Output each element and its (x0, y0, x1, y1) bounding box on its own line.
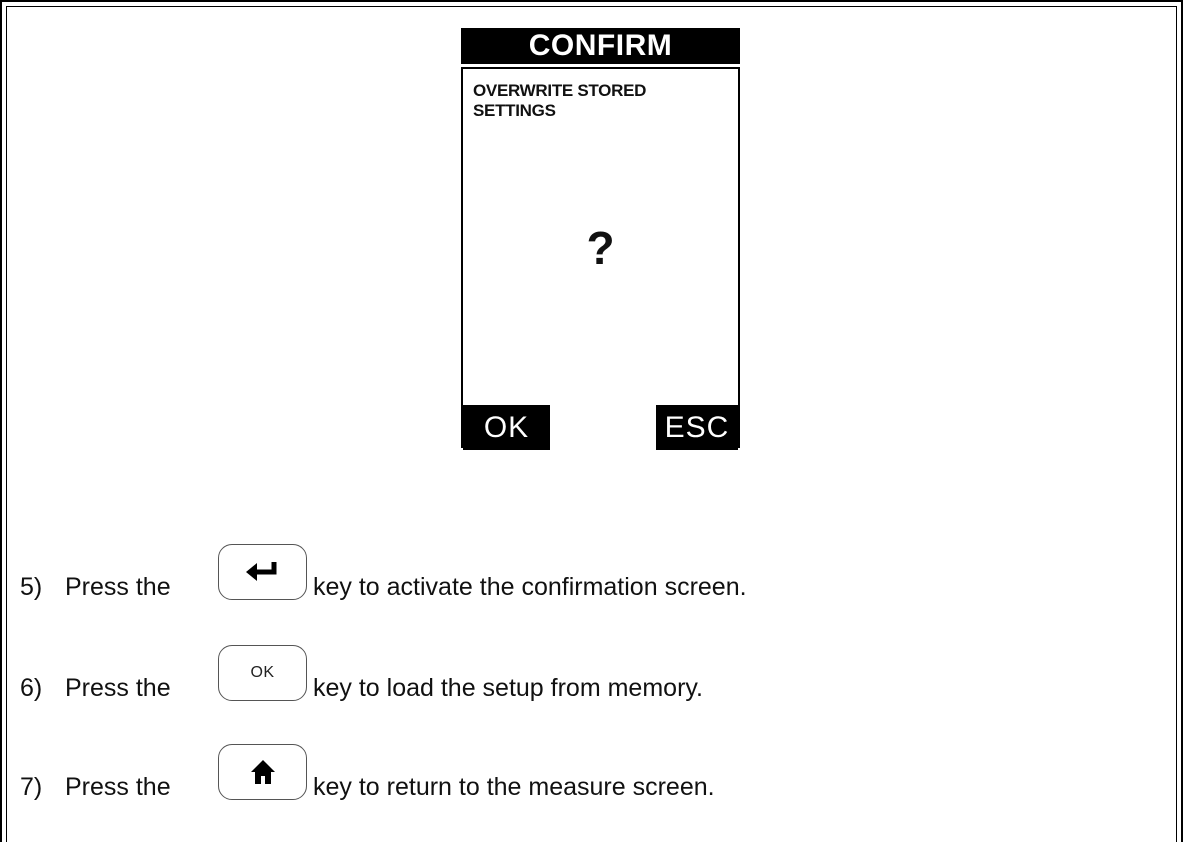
screen-message: OVERWRITE STORED SETTINGS (473, 81, 647, 120)
device-screen: OVERWRITE STORED SETTINGS ? OK ESC (461, 67, 740, 450)
step-number: 7) (20, 773, 43, 801)
ok-key-button[interactable]: OK (218, 645, 307, 701)
screen-title: CONFIRM (461, 28, 740, 64)
step-prefix: Press the (65, 674, 171, 702)
enter-key-button[interactable] (218, 544, 307, 600)
step-number: 5) (20, 573, 43, 601)
step-suffix: key to activate the confirmation screen. (313, 573, 747, 601)
screen-question-mark: ? (586, 222, 615, 274)
step-number: 6) (20, 674, 43, 702)
step-prefix: Press the (65, 773, 171, 801)
esc-softkey[interactable]: ESC (656, 405, 738, 450)
enter-icon (245, 562, 276, 581)
ok-key-label: OK (250, 664, 275, 681)
home-key-button[interactable] (218, 744, 307, 800)
step-7: 7) Press the key to return to the measur… (20, 744, 1120, 808)
step-suffix: key to return to the measure screen. (313, 773, 715, 801)
step-6: 6) Press the OK key to load the setup fr… (20, 645, 1120, 709)
step-suffix: key to load the setup from memory. (313, 674, 703, 702)
ok-softkey[interactable]: OK (463, 405, 550, 450)
home-icon (250, 760, 275, 784)
step-prefix: Press the (65, 573, 171, 601)
step-5: 5) Press the key to activate the confirm… (20, 544, 1120, 608)
